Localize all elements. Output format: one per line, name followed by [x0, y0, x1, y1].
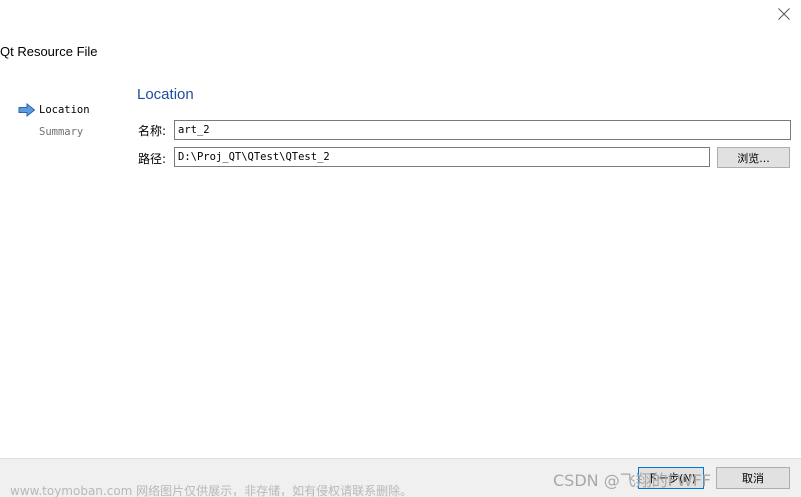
step-summary: Summary: [18, 124, 128, 146]
name-label: 名称:: [138, 124, 167, 138]
browse-button[interactable]: 浏览...: [717, 147, 790, 168]
step-location: Location: [18, 102, 128, 124]
path-input[interactable]: [174, 147, 710, 167]
close-button[interactable]: [772, 4, 796, 24]
name-input[interactable]: [174, 120, 791, 140]
path-label: 路径:: [138, 152, 167, 166]
site-watermark: www.toymoban.com 网络图片仅供展示，非存储，如有侵权请联系删除。: [10, 484, 413, 497]
new-file-wizard-dialog: Qt Resource File Location Summary Locati…: [0, 0, 801, 497]
step-location-label: Location: [39, 104, 90, 116]
window-title: Qt Resource File: [0, 44, 98, 59]
arrow-right-icon: [18, 103, 36, 117]
page-title: Location: [137, 86, 194, 103]
csdn-watermark: CSDN @飞翔的FWFF: [553, 471, 712, 490]
close-icon: [778, 8, 790, 20]
cancel-button[interactable]: 取消: [716, 467, 790, 489]
step-summary-label: Summary: [39, 126, 84, 138]
